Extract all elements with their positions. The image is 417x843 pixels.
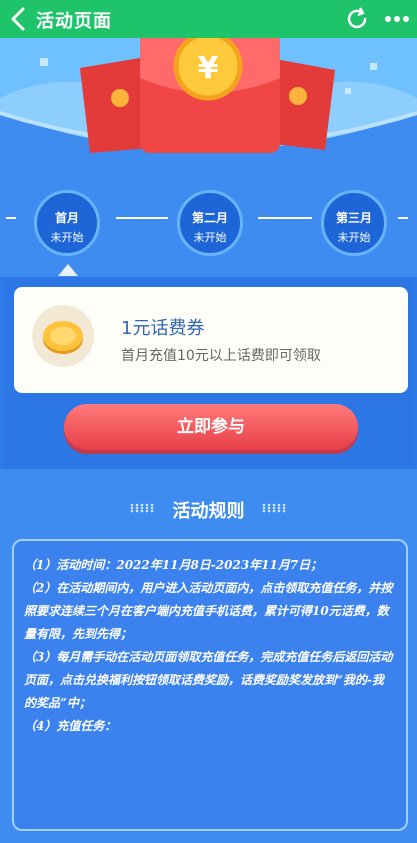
more-icon[interactable] <box>382 6 412 32</box>
step-label: 首月 <box>54 211 79 225</box>
refresh-icon[interactable] <box>344 6 370 32</box>
month-steps: 首月 未开始 第二月 未开始 第三月 未开始 <box>0 190 417 270</box>
rule-item-1: （1）活动时间：2022年11月8日-2023年11月7日； <box>24 558 323 572</box>
yuan-coin-symbol: ¥ <box>198 51 219 86</box>
back-arrow-icon[interactable] <box>8 6 30 32</box>
voucher-description: 首月充值10元以上话费即可领取 <box>121 348 321 364</box>
step-month-2[interactable]: 第二月 未开始 <box>177 190 243 256</box>
voucher-title: 1元话费券 <box>121 318 205 339</box>
page-title: 活动页面 <box>36 11 112 32</box>
rule-item-2: （2）在活动期间内，用户进入活动页面内，点击领取充值任务，并按照要求连续三个月在… <box>24 581 393 641</box>
step-pointer <box>58 264 78 276</box>
step-status: 未开始 <box>193 231 227 244</box>
rule-item-4: （4）充值任务： <box>24 719 117 733</box>
step-connector <box>116 217 168 219</box>
step-connector <box>258 217 312 219</box>
rule-item-3: （3）每月需手动在活动页面领取充值任务，完成充值任务后返回活动页面，点击兑换福利… <box>24 650 393 710</box>
step-label: 第三月 <box>335 211 372 225</box>
step-month-3[interactable]: 第三月 未开始 <box>321 190 387 256</box>
step-label: 第二月 <box>191 211 228 225</box>
heading-dots-right <box>262 503 286 513</box>
step-status: 未开始 <box>50 231 84 244</box>
rules-text: （1）活动时间：2022年11月8日-2023年11月7日； （2）在活动期间内… <box>24 554 394 738</box>
banner-illustration: ¥ <box>0 38 417 188</box>
step-status: 未开始 <box>337 231 371 244</box>
top-bar: 活动页面 <box>0 0 417 38</box>
step-connector <box>6 217 16 219</box>
step-connector <box>398 217 408 219</box>
step-month-1[interactable]: 首月 未开始 <box>34 190 100 256</box>
join-now-button[interactable]: 立即参与 <box>64 404 358 450</box>
rules-heading: 活动规则 <box>172 501 245 522</box>
gold-coin-icon <box>32 305 94 367</box>
